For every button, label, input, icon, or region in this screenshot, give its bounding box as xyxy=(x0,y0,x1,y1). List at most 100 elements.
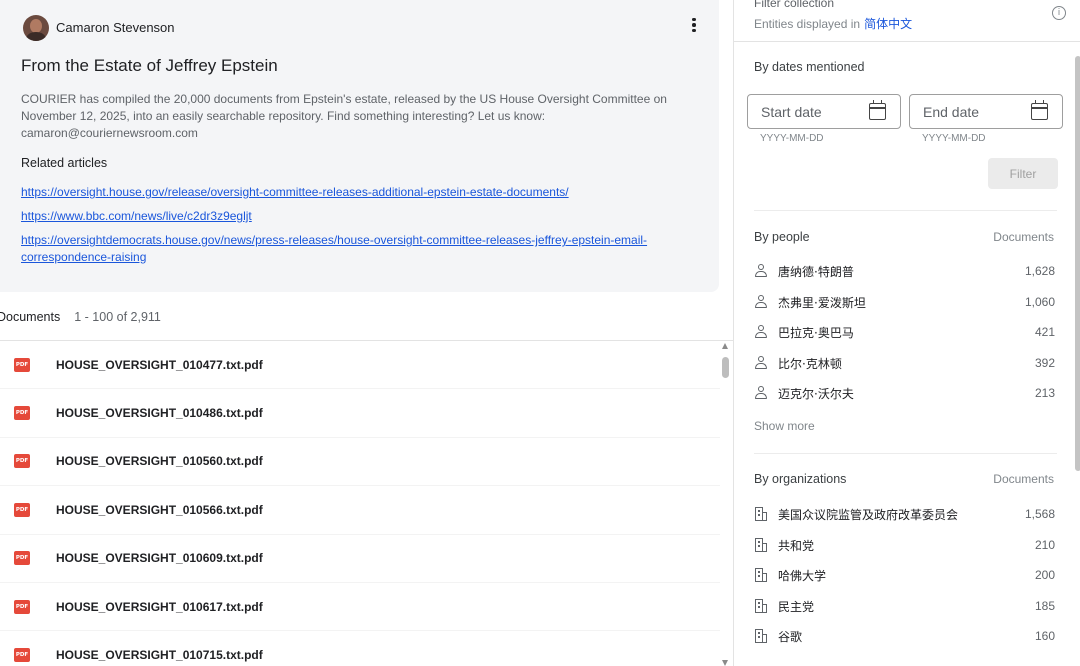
start-date-field[interactable]: Start date xyxy=(747,94,901,129)
collection-main: Camaron Stevenson From the Estate of Jef… xyxy=(0,0,733,666)
entities-language-line: Entities displayed in 简体中文 xyxy=(754,15,912,32)
scrollbar-thumb[interactable] xyxy=(722,357,729,378)
document-name[interactable]: HOUSE_OVERSIGHT_010566.txt.pdf xyxy=(56,503,263,517)
dates-section-title: By dates mentioned xyxy=(754,60,865,74)
related-links: https://oversight.house.gov/release/over… xyxy=(21,184,661,273)
collection-description: COURIER has compiled the 20,000 document… xyxy=(21,92,667,140)
filter-panel: Filter collection Entities displayed in 简… xyxy=(733,0,1080,666)
person-count: 1,628 xyxy=(1024,264,1055,278)
calendar-icon[interactable] xyxy=(869,100,886,120)
person-item[interactable]: 杰弗里·爱泼斯坦 1,060 xyxy=(754,292,1055,312)
divider xyxy=(754,210,1057,211)
building-icon xyxy=(754,628,768,644)
organization-count: 1,568 xyxy=(1024,507,1055,521)
organization-count: 160 xyxy=(1034,629,1055,643)
list-item[interactable]: PDF HOUSE_OVERSIGHT_010715.txt.pdf xyxy=(0,631,720,666)
organization-count: 200 xyxy=(1034,568,1055,582)
documents-range: 1 - 100 of 2,911 xyxy=(74,310,161,324)
document-list: PDF HOUSE_OVERSIGHT_010477.txt.pdf PDF H… xyxy=(0,341,720,666)
document-list-scrollbar[interactable] xyxy=(722,343,729,666)
building-icon xyxy=(754,567,768,583)
person-name: 巴拉克·奥巴马 xyxy=(778,325,854,340)
person-item[interactable]: 比尔·克林顿 392 xyxy=(754,353,1055,373)
organizations-section-title: By organizations xyxy=(754,472,847,486)
building-icon xyxy=(754,506,768,522)
pdf-icon: PDF xyxy=(14,502,30,517)
start-date-placeholder: Start date xyxy=(761,104,822,120)
document-name[interactable]: HOUSE_OVERSIGHT_010560.txt.pdf xyxy=(56,454,263,468)
document-name[interactable]: HOUSE_OVERSIGHT_010609.txt.pdf xyxy=(56,551,263,565)
filter-button[interactable]: Filter xyxy=(988,158,1058,189)
pdf-icon: PDF xyxy=(14,551,30,566)
related-link[interactable]: https://www.bbc.com/news/live/c2dr3z9egl… xyxy=(21,208,661,225)
organization-name: 共和党 xyxy=(778,538,815,553)
organization-item[interactable]: 哈佛大学 200 xyxy=(754,565,1055,585)
scroll-up-icon[interactable] xyxy=(722,343,728,349)
scroll-down-icon[interactable] xyxy=(722,660,728,666)
collection-info-card: Camaron Stevenson From the Estate of Jef… xyxy=(0,0,719,292)
person-count: 421 xyxy=(1034,325,1055,339)
organization-item[interactable]: 共和党 210 xyxy=(754,535,1055,555)
organization-count: 210 xyxy=(1034,538,1055,552)
list-item[interactable]: PDF HOUSE_OVERSIGHT_010560.txt.pdf xyxy=(0,438,720,487)
person-name: 唐纳德·特朗普 xyxy=(778,264,854,279)
organization-name: 哈佛大学 xyxy=(778,568,827,583)
person-count: 392 xyxy=(1034,356,1055,370)
info-icon[interactable]: i xyxy=(1052,6,1066,20)
more-vert-icon[interactable] xyxy=(684,14,704,36)
pdf-icon: PDF xyxy=(14,406,30,421)
document-name[interactable]: HOUSE_OVERSIGHT_010617.txt.pdf xyxy=(56,600,263,614)
person-icon xyxy=(754,386,768,400)
organization-item[interactable]: 美国众议院监管及政府改革委员会 1,568 xyxy=(754,504,1055,524)
organization-item[interactable]: 民主党 185 xyxy=(754,596,1055,616)
organization-item[interactable]: 谷歌 160 xyxy=(754,626,1055,646)
show-more-people-button[interactable]: Show more xyxy=(754,419,815,433)
person-item[interactable]: 巴拉克·奥巴马 421 xyxy=(754,322,1055,342)
entities-prefix: Entities displayed in xyxy=(754,17,861,31)
related-articles-heading: Related articles xyxy=(21,156,108,170)
building-icon xyxy=(754,537,768,553)
pdf-icon: PDF xyxy=(14,357,30,372)
author-row: Camaron Stevenson xyxy=(23,14,175,41)
person-icon xyxy=(754,356,768,370)
organization-name: 民主党 xyxy=(778,599,815,614)
pdf-icon: PDF xyxy=(14,599,30,614)
avatar[interactable] xyxy=(23,14,49,41)
building-icon xyxy=(754,598,768,614)
pdf-icon: PDF xyxy=(14,648,30,663)
person-item[interactable]: 唐纳德·特朗普 1,628 xyxy=(754,261,1055,281)
document-name[interactable]: HOUSE_OVERSIGHT_010715.txt.pdf xyxy=(56,648,263,662)
related-link[interactable]: https://oversight.house.gov/release/over… xyxy=(21,184,661,201)
pdf-icon: PDF xyxy=(14,454,30,469)
people-documents-column: Documents xyxy=(993,230,1054,244)
person-name: 迈克尔·沃尔夫 xyxy=(778,386,854,401)
list-item[interactable]: PDF HOUSE_OVERSIGHT_010486.txt.pdf xyxy=(0,389,720,438)
list-item[interactable]: PDF HOUSE_OVERSIGHT_010566.txt.pdf xyxy=(0,486,720,535)
list-item[interactable]: PDF HOUSE_OVERSIGHT_010617.txt.pdf xyxy=(0,583,720,632)
people-section-title: By people xyxy=(754,230,810,244)
organization-name: 谷歌 xyxy=(778,629,803,644)
divider xyxy=(754,453,1057,454)
author-name: Camaron Stevenson xyxy=(56,20,175,35)
start-date-hint: YYYY-MM-DD xyxy=(760,133,824,144)
person-count: 1,060 xyxy=(1024,295,1055,309)
document-name[interactable]: HOUSE_OVERSIGHT_010477.txt.pdf xyxy=(56,358,263,372)
calendar-icon[interactable] xyxy=(1031,100,1048,120)
divider xyxy=(734,41,1080,42)
related-link[interactable]: https://oversightdemocrats.house.gov/new… xyxy=(21,232,661,266)
page-title: From the Estate of Jeffrey Epstein xyxy=(21,56,278,75)
language-link[interactable]: 简体中文 xyxy=(864,17,912,31)
organizations-documents-column: Documents xyxy=(993,472,1054,486)
person-name: 比尔·克林顿 xyxy=(778,356,842,371)
document-name[interactable]: HOUSE_OVERSIGHT_010486.txt.pdf xyxy=(56,406,263,420)
end-date-field[interactable]: End date xyxy=(909,94,1063,129)
list-item[interactable]: PDF HOUSE_OVERSIGHT_010477.txt.pdf xyxy=(0,341,720,390)
documents-label: Documents xyxy=(0,310,61,324)
person-icon xyxy=(754,264,768,278)
person-icon xyxy=(754,325,768,339)
person-name: 杰弗里·爱泼斯坦 xyxy=(778,295,866,310)
list-item[interactable]: PDF HOUSE_OVERSIGHT_010609.txt.pdf xyxy=(0,535,720,583)
person-item[interactable]: 迈克尔·沃尔夫 213 xyxy=(754,383,1055,403)
filter-panel-scrollbar[interactable] xyxy=(1075,56,1080,471)
documents-header: Documents 1 - 100 of 2,911 xyxy=(0,308,161,326)
